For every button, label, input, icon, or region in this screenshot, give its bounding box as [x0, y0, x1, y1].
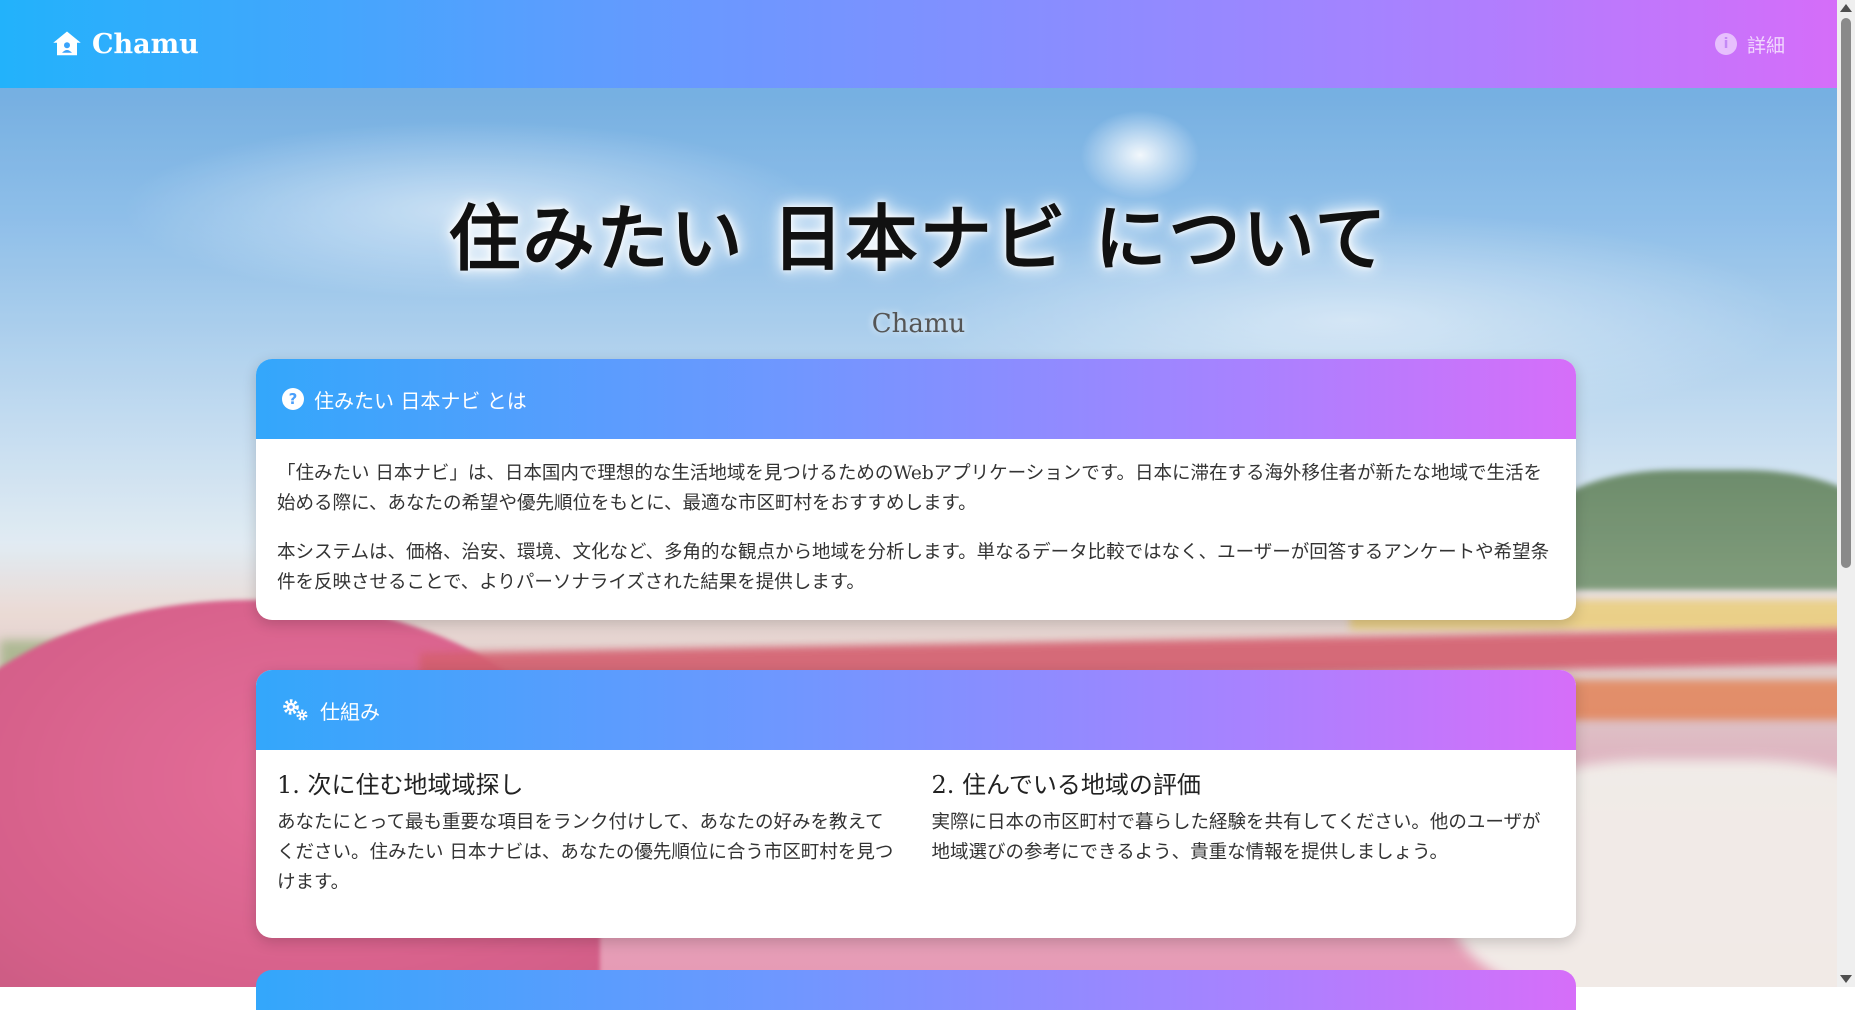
info-icon: i: [1714, 33, 1737, 55]
about-card-header: ? 住みたい 日本ナビ とは: [256, 359, 1576, 439]
scrollbar[interactable]: [1837, 0, 1855, 987]
about-card: ? 住みたい 日本ナビ とは 「住みたい 日本ナビ」は、日本国内で理想的な生活地…: [256, 359, 1576, 620]
detail-label: 詳細: [1746, 34, 1785, 57]
feature-text: 実際に日本の市区町村で暮らした経験を共有してください。他のユーザが地域選びの参考…: [931, 812, 1541, 863]
home-icon: [53, 31, 81, 56]
about-card-title: 住みたい 日本ナビ とは: [314, 388, 527, 413]
how-card-header: 仕組み: [256, 670, 1576, 750]
feature-column: 1. 次に住む地域域探し あなたにとって最も重要な項目をランク付けして、あなたの…: [277, 768, 896, 898]
detail-link[interactable]: i 詳細: [1714, 31, 1785, 58]
next-card-header: [256, 970, 1576, 1010]
how-it-works-card: 仕組み 1. 次に住む地域域探し あなたにとって最も重要な項目をランク付けして、…: [256, 670, 1576, 938]
brand-name: Chamu: [92, 28, 199, 60]
question-circle-icon: ?: [282, 388, 304, 410]
scroll-down-arrow[interactable]: [1840, 975, 1852, 983]
page-subtitle: Chamu: [871, 309, 966, 339]
about-card-body: 「住みたい 日本ナビ」は、日本国内で理想的な生活地域を見つけるためのWebアプリ…: [256, 439, 1576, 620]
scroll-up-arrow[interactable]: [1840, 4, 1852, 12]
feature-column: 2. 住んでいる地域の評価 実際に日本の市区町村で暮らした経験を共有してください…: [932, 768, 1551, 898]
how-card-body: 1. 次に住む地域域探し あなたにとって最も重要な項目をランク付けして、あなたの…: [256, 750, 1576, 938]
cogs-icon: [283, 699, 308, 721]
brand-link[interactable]: Chamu: [52, 29, 199, 60]
about-paragraph-1: 「住みたい 日本ナビ」は、日本国内で理想的な生活地域を見つけるためのWebアプリ…: [277, 463, 1542, 514]
scroll-thumb[interactable]: [1841, 18, 1851, 568]
feature-text: あなたにとって最も重要な項目をランク付けして、あなたの好みを教えてください。住み…: [277, 812, 894, 893]
feature-title: 2. 住んでいる地域の評価: [931, 771, 1201, 799]
hero: 住みたい 日本ナビ について Chamu: [0, 88, 1837, 339]
navbar: Chamu i 詳細: [0, 0, 1837, 88]
how-card-title: 仕組み: [320, 699, 380, 724]
page-title: 住みたい 日本ナビ について: [448, 196, 1389, 281]
feature-title: 1. 次に住む地域域探し: [277, 771, 524, 799]
about-paragraph-2: 本システムは、価格、治安、環境、文化など、多角的な観点から地域を分析します。単な…: [277, 542, 1550, 593]
